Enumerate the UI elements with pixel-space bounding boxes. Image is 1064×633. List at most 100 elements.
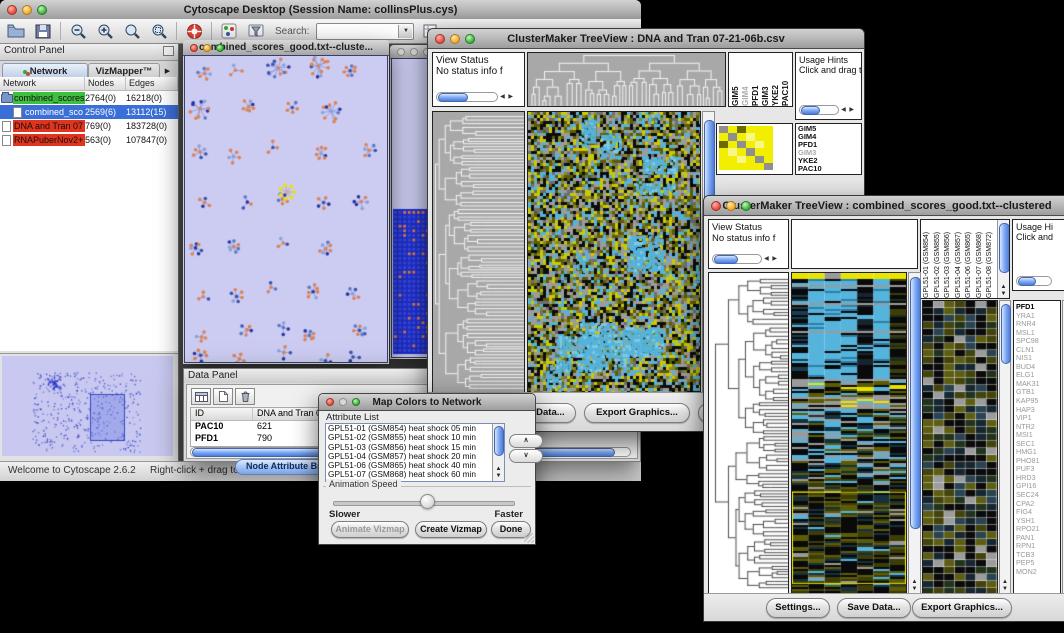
minimize-button[interactable] <box>726 201 736 211</box>
dialog-titlebar[interactable]: Map Colors to Network <box>319 394 535 411</box>
scrollbar-thumb[interactable] <box>801 106 820 115</box>
gene-label[interactable]: YRA1 <box>1014 312 1060 321</box>
network-tree-row[interactable]: combined_scores2764(0)16218(0) <box>0 91 178 105</box>
scroll-down-icon[interactable]: ▼ <box>493 473 504 480</box>
tv2-column-label[interactable]: GPL51-08 (GSM872) <box>985 220 996 298</box>
resize-grip[interactable] <box>524 533 534 543</box>
close-button[interactable] <box>397 48 405 56</box>
network-tree-row[interactable]: combined_sco2569(6)13112(15) <box>0 105 178 119</box>
scroll-up-icon[interactable]: ▲ <box>493 466 504 473</box>
minimize-button[interactable] <box>339 398 347 406</box>
gene-label[interactable]: HAP3 <box>1014 406 1060 415</box>
tv2-column-dendrogram[interactable] <box>791 219 918 269</box>
birdseye-canvas[interactable] <box>2 356 173 456</box>
open-file-icon[interactable] <box>6 22 26 41</box>
animate-vizmap-button[interactable]: Animate Vizmap <box>331 521 409 538</box>
float-panel-icon[interactable] <box>163 46 174 56</box>
tv1-status-hscrollbar[interactable]: ◀ ▶ <box>436 92 498 102</box>
tv2-column-labels-vscrollbar[interactable]: ▲▼ <box>997 220 1009 298</box>
export-graphics-button[interactable]: Export Graphics... <box>912 598 1012 618</box>
scrollbar-thumb[interactable] <box>1018 277 1036 286</box>
close-button[interactable] <box>435 34 445 44</box>
column-header-nodes[interactable]: Nodes <box>85 77 126 90</box>
gene-label[interactable]: SEC1 <box>1014 440 1060 449</box>
gene-label[interactable]: TCB3 <box>1014 551 1060 560</box>
tv2-row-dendrogram-canvas[interactable] <box>709 273 788 593</box>
attribute-list[interactable]: GPL51-01 (GSM854) heat shock 05 minGPL51… <box>325 423 505 482</box>
zoom-selected-icon[interactable] <box>149 22 169 41</box>
close-button[interactable] <box>326 398 334 406</box>
table-icon[interactable] <box>191 388 211 405</box>
close-button[interactable] <box>190 44 198 52</box>
network-canvas[interactable] <box>185 56 387 362</box>
gene-label[interactable]: ELG1 <box>1014 371 1060 380</box>
scroll-arrows-icon[interactable]: ▲▼ <box>909 579 920 593</box>
gene-label[interactable]: GTB1 <box>1014 388 1060 397</box>
gene-label[interactable]: PFD1 <box>1014 303 1060 312</box>
tv2-column-label[interactable]: GPL51-04 (GSM857) <box>954 220 965 298</box>
gene-label[interactable]: RPN1 <box>1014 542 1060 551</box>
minimize-button[interactable] <box>203 44 211 52</box>
close-button[interactable] <box>711 201 721 211</box>
main-titlebar[interactable]: Cytoscape Desktop (Session Name: collins… <box>0 0 641 20</box>
treeview2-titlebar[interactable]: ClusterMaker TreeView : combined_scores_… <box>704 196 1064 216</box>
gene-label[interactable]: NIS1 <box>1014 354 1060 363</box>
zoom-button[interactable] <box>37 5 47 15</box>
tv1-heatmap-canvas[interactable] <box>528 112 700 392</box>
scroll-arrows-icon[interactable]: ◀ ▶ <box>841 106 855 115</box>
minimize-button[interactable] <box>22 5 32 15</box>
tv1-zoom-matrix[interactable] <box>719 126 773 171</box>
gene-label[interactable]: CPA2 <box>1014 500 1060 509</box>
network-tree-row[interactable]: DNA and Tran 07769(0)183728(0) <box>0 119 178 133</box>
zoom-button[interactable] <box>465 34 475 44</box>
scrollbar-thumb[interactable] <box>494 426 504 456</box>
gene-label[interactable]: VIP1 <box>1014 414 1060 423</box>
new-document-icon[interactable] <box>213 388 233 405</box>
search-dropdown-icon[interactable]: ▼ <box>398 25 412 38</box>
vizmapper-icon[interactable] <box>219 22 239 41</box>
column-header-network[interactable]: Network <box>0 77 85 90</box>
save-icon[interactable] <box>33 22 53 41</box>
gene-label[interactable]: FIG4 <box>1014 508 1060 517</box>
gene-label[interactable]: HRD3 <box>1014 474 1060 483</box>
tv1-column-label[interactable]: PAC10 <box>781 53 791 106</box>
gene-label[interactable]: SPC98 <box>1014 337 1060 346</box>
attribute-list-vscrollbar[interactable]: ▲ ▼ <box>492 424 504 481</box>
tv2-column-label[interactable]: GPL51-03 (GSM856) <box>943 220 954 298</box>
gene-label[interactable]: RPO21 <box>1014 525 1060 534</box>
slider-thumb[interactable] <box>420 494 435 509</box>
tv2-column-label[interactable]: GPL51-07 (GSM868) <box>975 220 986 298</box>
gene-label[interactable]: KAP95 <box>1014 397 1060 406</box>
network-window-titlebar[interactable]: combined_scores_good.txt--cluste... <box>183 40 389 56</box>
filter-icon[interactable] <box>246 22 266 41</box>
zoom-out-icon[interactable] <box>68 22 88 41</box>
tv1-column-label[interactable]: PFD1 <box>751 53 761 106</box>
help-lifesaver-icon[interactable] <box>184 22 204 41</box>
scrollbar-thumb[interactable] <box>714 255 738 264</box>
scroll-arrows-icon[interactable]: ▲▼ <box>1000 579 1010 593</box>
gene-label[interactable]: NTR2 <box>1014 423 1060 432</box>
zoom-button[interactable] <box>741 201 751 211</box>
minimize-button[interactable] <box>410 48 418 56</box>
tv2-hints-hscrollbar[interactable] <box>1016 276 1052 286</box>
gene-label[interactable]: YSH1 <box>1014 517 1060 526</box>
tv1-row-label[interactable]: PAC10 <box>796 165 861 173</box>
export-graphics-button[interactable]: Export Graphics... <box>584 403 690 423</box>
gene-label[interactable]: SEC24 <box>1014 491 1060 500</box>
tv1-column-label[interactable]: GIM3 <box>761 53 771 106</box>
tv1-column-label[interactable]: GIM5 <box>731 53 741 106</box>
gene-label[interactable]: RNR4 <box>1014 320 1060 329</box>
tv2-heatmap-canvas[interactable] <box>792 273 906 593</box>
tv2-heatmap-vscrollbar[interactable]: ▲▼ <box>908 272 921 594</box>
gene-label[interactable]: MAK31 <box>1014 380 1060 389</box>
column-header-edges[interactable]: Edges <box>126 77 178 90</box>
zoom-button[interactable] <box>216 44 224 52</box>
zoom-button[interactable] <box>352 398 360 406</box>
move-up-button[interactable]: ∧ <box>509 434 543 448</box>
scroll-arrows-icon[interactable]: ◀ ▶ <box>764 255 778 264</box>
tv2-status-hscrollbar[interactable]: ◀ ▶ <box>712 254 762 264</box>
tv1-column-label[interactable]: YKE2 <box>771 53 781 106</box>
network-tree-row[interactable]: RNAPuberNov2+563(0)107847(0) <box>0 133 178 147</box>
gene-label[interactable]: PUF3 <box>1014 465 1060 474</box>
scrollbar-thumb[interactable] <box>1001 304 1011 364</box>
